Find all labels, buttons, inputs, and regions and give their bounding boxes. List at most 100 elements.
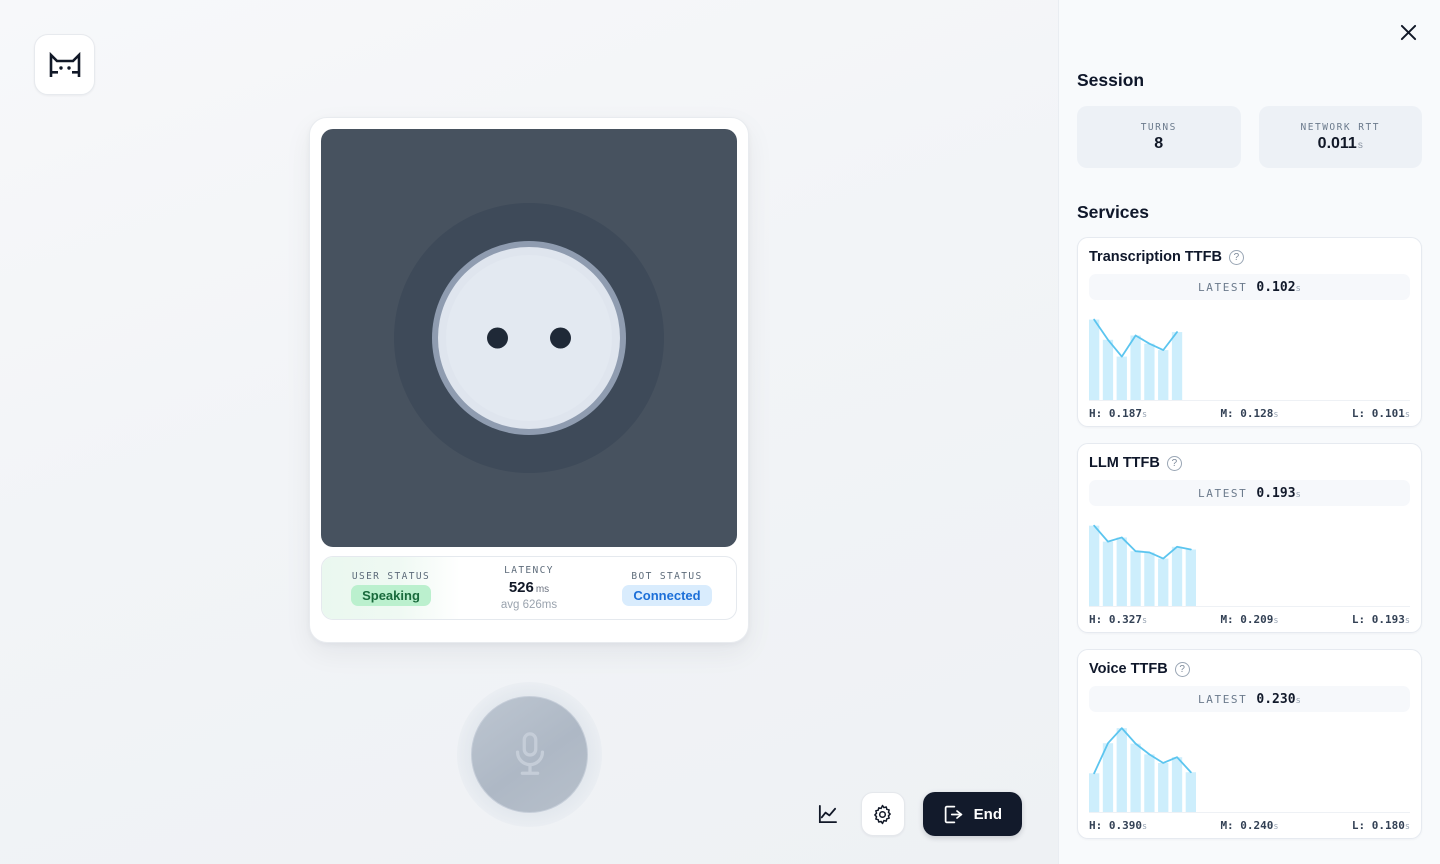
app-logo[interactable] [34, 34, 95, 95]
stat-low: L: 0.180s [1352, 819, 1410, 832]
latest-number: 0.102 [1256, 280, 1295, 295]
stat-low-unit: s [1405, 410, 1410, 420]
stat-mid-value: M: 0.128 [1220, 407, 1273, 420]
latest-value-pill: LATEST 0.102s [1089, 274, 1410, 300]
latest-label: LATEST [1198, 693, 1247, 706]
gear-icon [872, 804, 893, 825]
service-card-footer: H: 0.390sM: 0.240sL: 0.180s [1089, 812, 1410, 838]
session-metric-network-rtt: NETWORK RTT0.011s [1259, 106, 1423, 168]
user-status-badge: Speaking [351, 585, 431, 606]
sparkline-svg [1089, 514, 1410, 606]
sparkline-bar [1130, 336, 1140, 401]
bot-video-area [321, 129, 737, 547]
question-mark-icon[interactable]: ? [1167, 456, 1182, 471]
stat-low-value: L: 0.180 [1352, 819, 1405, 832]
stat-high: H: 0.327s [1089, 613, 1147, 626]
stat-low: L: 0.101s [1352, 407, 1410, 420]
latency-cell: LATENCY 526ms avg 626ms [460, 557, 598, 619]
line-chart-icon [817, 804, 838, 825]
stat-high-value: H: 0.187 [1089, 407, 1142, 420]
sparkline-bar [1103, 340, 1113, 400]
sparkline-chart [1089, 514, 1410, 606]
service-card-footer: H: 0.327sM: 0.209sL: 0.193s [1089, 606, 1410, 632]
bot-status-cell: BOT STATUS Connected [598, 557, 736, 619]
latest-label: LATEST [1198, 487, 1247, 500]
sparkline-bar [1130, 551, 1140, 606]
service-name: Transcription TTFB [1089, 249, 1222, 265]
stat-high: H: 0.390s [1089, 819, 1147, 832]
bot-card: USER STATUS Speaking LATENCY 526ms avg 6… [309, 117, 749, 643]
latency-unit: ms [536, 584, 549, 595]
stat-mid-value: M: 0.209 [1220, 613, 1273, 626]
services-title: Services [1077, 202, 1422, 223]
stat-high-unit: s [1142, 410, 1147, 420]
stat-low-unit: s [1405, 822, 1410, 832]
stat-mid-unit: s [1273, 822, 1278, 832]
service-card-list: Transcription TTFB?LATEST0.102sH: 0.187s… [1077, 237, 1422, 839]
service-name: Voice TTFB [1089, 661, 1168, 677]
bot-status-badge: Connected [622, 585, 711, 606]
stat-low-value: L: 0.193 [1352, 613, 1405, 626]
latency-label: LATENCY [504, 565, 554, 576]
metric-value: 8 [1154, 135, 1163, 153]
stat-high-unit: s [1142, 616, 1147, 626]
latest-label: LATEST [1198, 281, 1247, 294]
metric-value: 0.011s [1318, 135, 1363, 153]
metrics-panel: Session TURNS8NETWORK RTT0.011s Services… [1058, 0, 1440, 864]
latest-number: 0.230 [1256, 692, 1295, 707]
sparkline-bar [1089, 773, 1099, 812]
sparkline-bar [1172, 757, 1182, 812]
stat-mid-value: M: 0.240 [1220, 819, 1273, 832]
microphone-button[interactable] [471, 696, 588, 813]
user-status-cell: USER STATUS Speaking [322, 557, 460, 619]
metric-number: 8 [1154, 135, 1163, 152]
service-name: LLM TTFB [1089, 455, 1160, 471]
status-strip: USER STATUS Speaking LATENCY 526ms avg 6… [321, 556, 737, 620]
session-section: Session TURNS8NETWORK RTT0.011s [1077, 0, 1422, 168]
stat-low-value: L: 0.101 [1352, 407, 1405, 420]
stat-mid: M: 0.128s [1220, 407, 1278, 420]
end-session-label: End [974, 806, 1002, 823]
stat-low: L: 0.193s [1352, 613, 1410, 626]
stats-toggle-button[interactable] [813, 799, 843, 829]
service-card: Voice TTFB?LATEST0.230sH: 0.390sM: 0.240… [1077, 649, 1422, 839]
settings-button[interactable] [861, 792, 905, 836]
microphone-icon [507, 729, 553, 781]
latest-number: 0.193 [1256, 486, 1295, 501]
sparkline-bar [1158, 763, 1168, 812]
close-panel-button[interactable] [1394, 18, 1422, 46]
service-card-footer: H: 0.187sM: 0.128sL: 0.101s [1089, 400, 1410, 426]
end-session-button[interactable]: End [923, 792, 1022, 836]
stat-mid: M: 0.209s [1220, 613, 1278, 626]
sparkline-bar [1130, 744, 1140, 812]
sparkline-bar [1158, 559, 1168, 606]
latency-number: 526 [509, 579, 534, 596]
latest-value: 0.230s [1256, 692, 1301, 707]
stat-mid-unit: s [1273, 616, 1278, 626]
question-mark-icon[interactable]: ? [1229, 250, 1244, 265]
latest-unit: s [1296, 696, 1301, 706]
service-card: LLM TTFB?LATEST0.193sH: 0.327sM: 0.209sL… [1077, 443, 1422, 633]
sparkline-bar [1172, 547, 1182, 606]
close-icon [1400, 24, 1417, 41]
bot-face-icon [446, 255, 612, 421]
user-status-label: USER STATUS [352, 571, 430, 582]
sparkline-chart [1089, 308, 1410, 400]
sparkline-bar [1117, 537, 1127, 606]
sparkline-bar [1186, 549, 1196, 606]
question-mark-icon[interactable]: ? [1175, 662, 1190, 677]
bot-eye-left [487, 328, 508, 349]
stat-high-unit: s [1142, 822, 1147, 832]
stat-high: H: 0.187s [1089, 407, 1147, 420]
sparkline-svg [1089, 308, 1410, 400]
stage-controls: End [813, 792, 1022, 836]
metric-label: TURNS [1141, 122, 1177, 133]
latest-value-pill: LATEST 0.230s [1089, 686, 1410, 712]
sparkline-bar [1117, 728, 1127, 812]
stat-low-unit: s [1405, 616, 1410, 626]
stat-mid-unit: s [1273, 410, 1278, 420]
latency-value: 526ms [509, 579, 549, 596]
latest-value-pill: LATEST0.193s [1089, 480, 1410, 506]
sparkline-bar [1144, 552, 1154, 606]
latest-unit: s [1296, 284, 1301, 294]
